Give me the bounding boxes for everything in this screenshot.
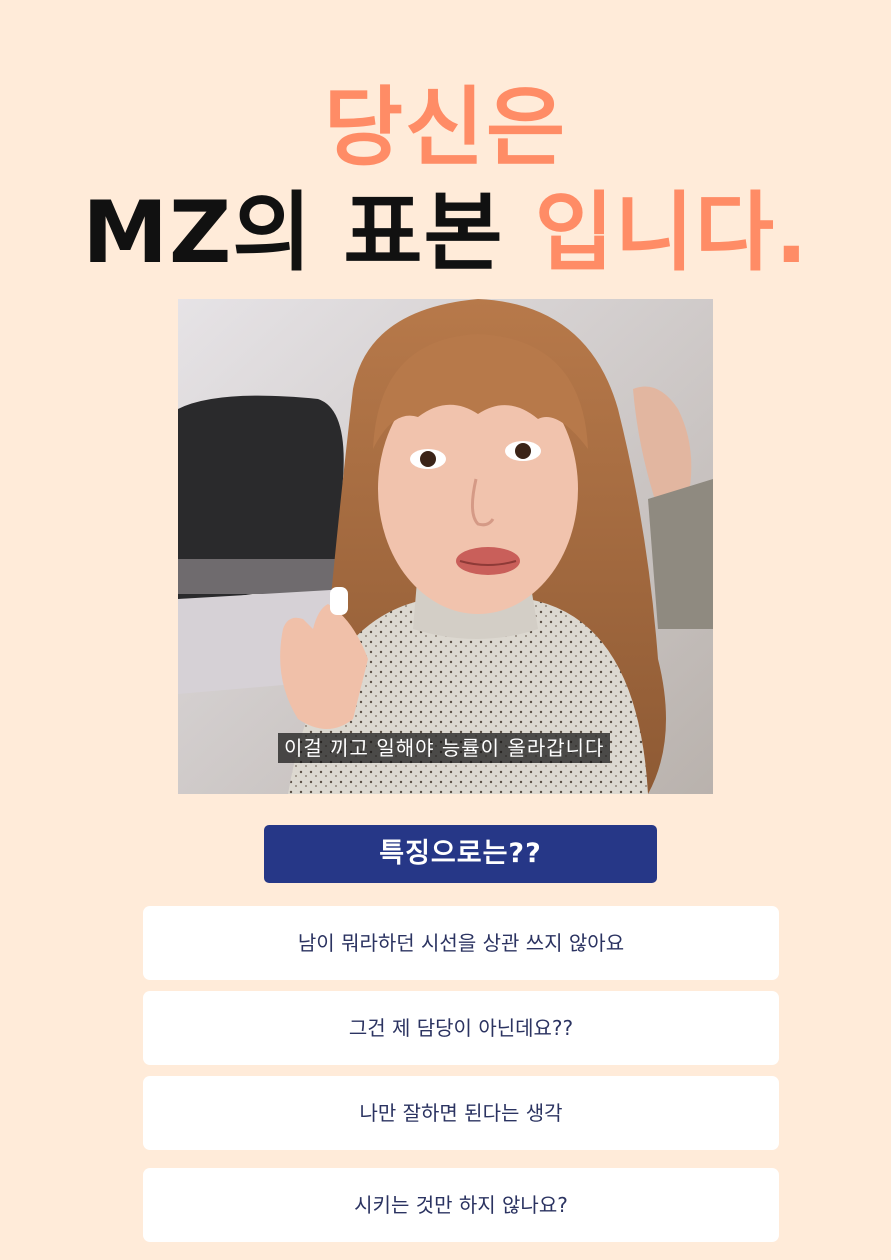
feature-item: 남이 뭐라하던 시선을 상관 쓰지 않아요 [143,906,779,980]
video-subtitle: 이걸 끼고 일해야 능률이 올라갑니다 [278,733,611,763]
feature-item: 나만 잘하면 된다는 생각 [143,1076,779,1150]
result-title-suffix: 입니다. [534,183,809,283]
result-title-line-2: MZ의 표본 입니다. [0,178,891,288]
person-illustration [178,299,713,794]
feature-item: 시키는 것만 하지 않나요? [143,1168,779,1242]
feature-item: 그건 제 담당이 아닌데요?? [143,991,779,1065]
result-type: MZ의 표본 [82,183,504,283]
features-heading: 특징으로는?? [264,825,657,883]
result-photo: 이걸 끼고 일해야 능률이 올라갑니다 [178,299,713,794]
result-title-line-1: 당신은 [323,78,568,178]
